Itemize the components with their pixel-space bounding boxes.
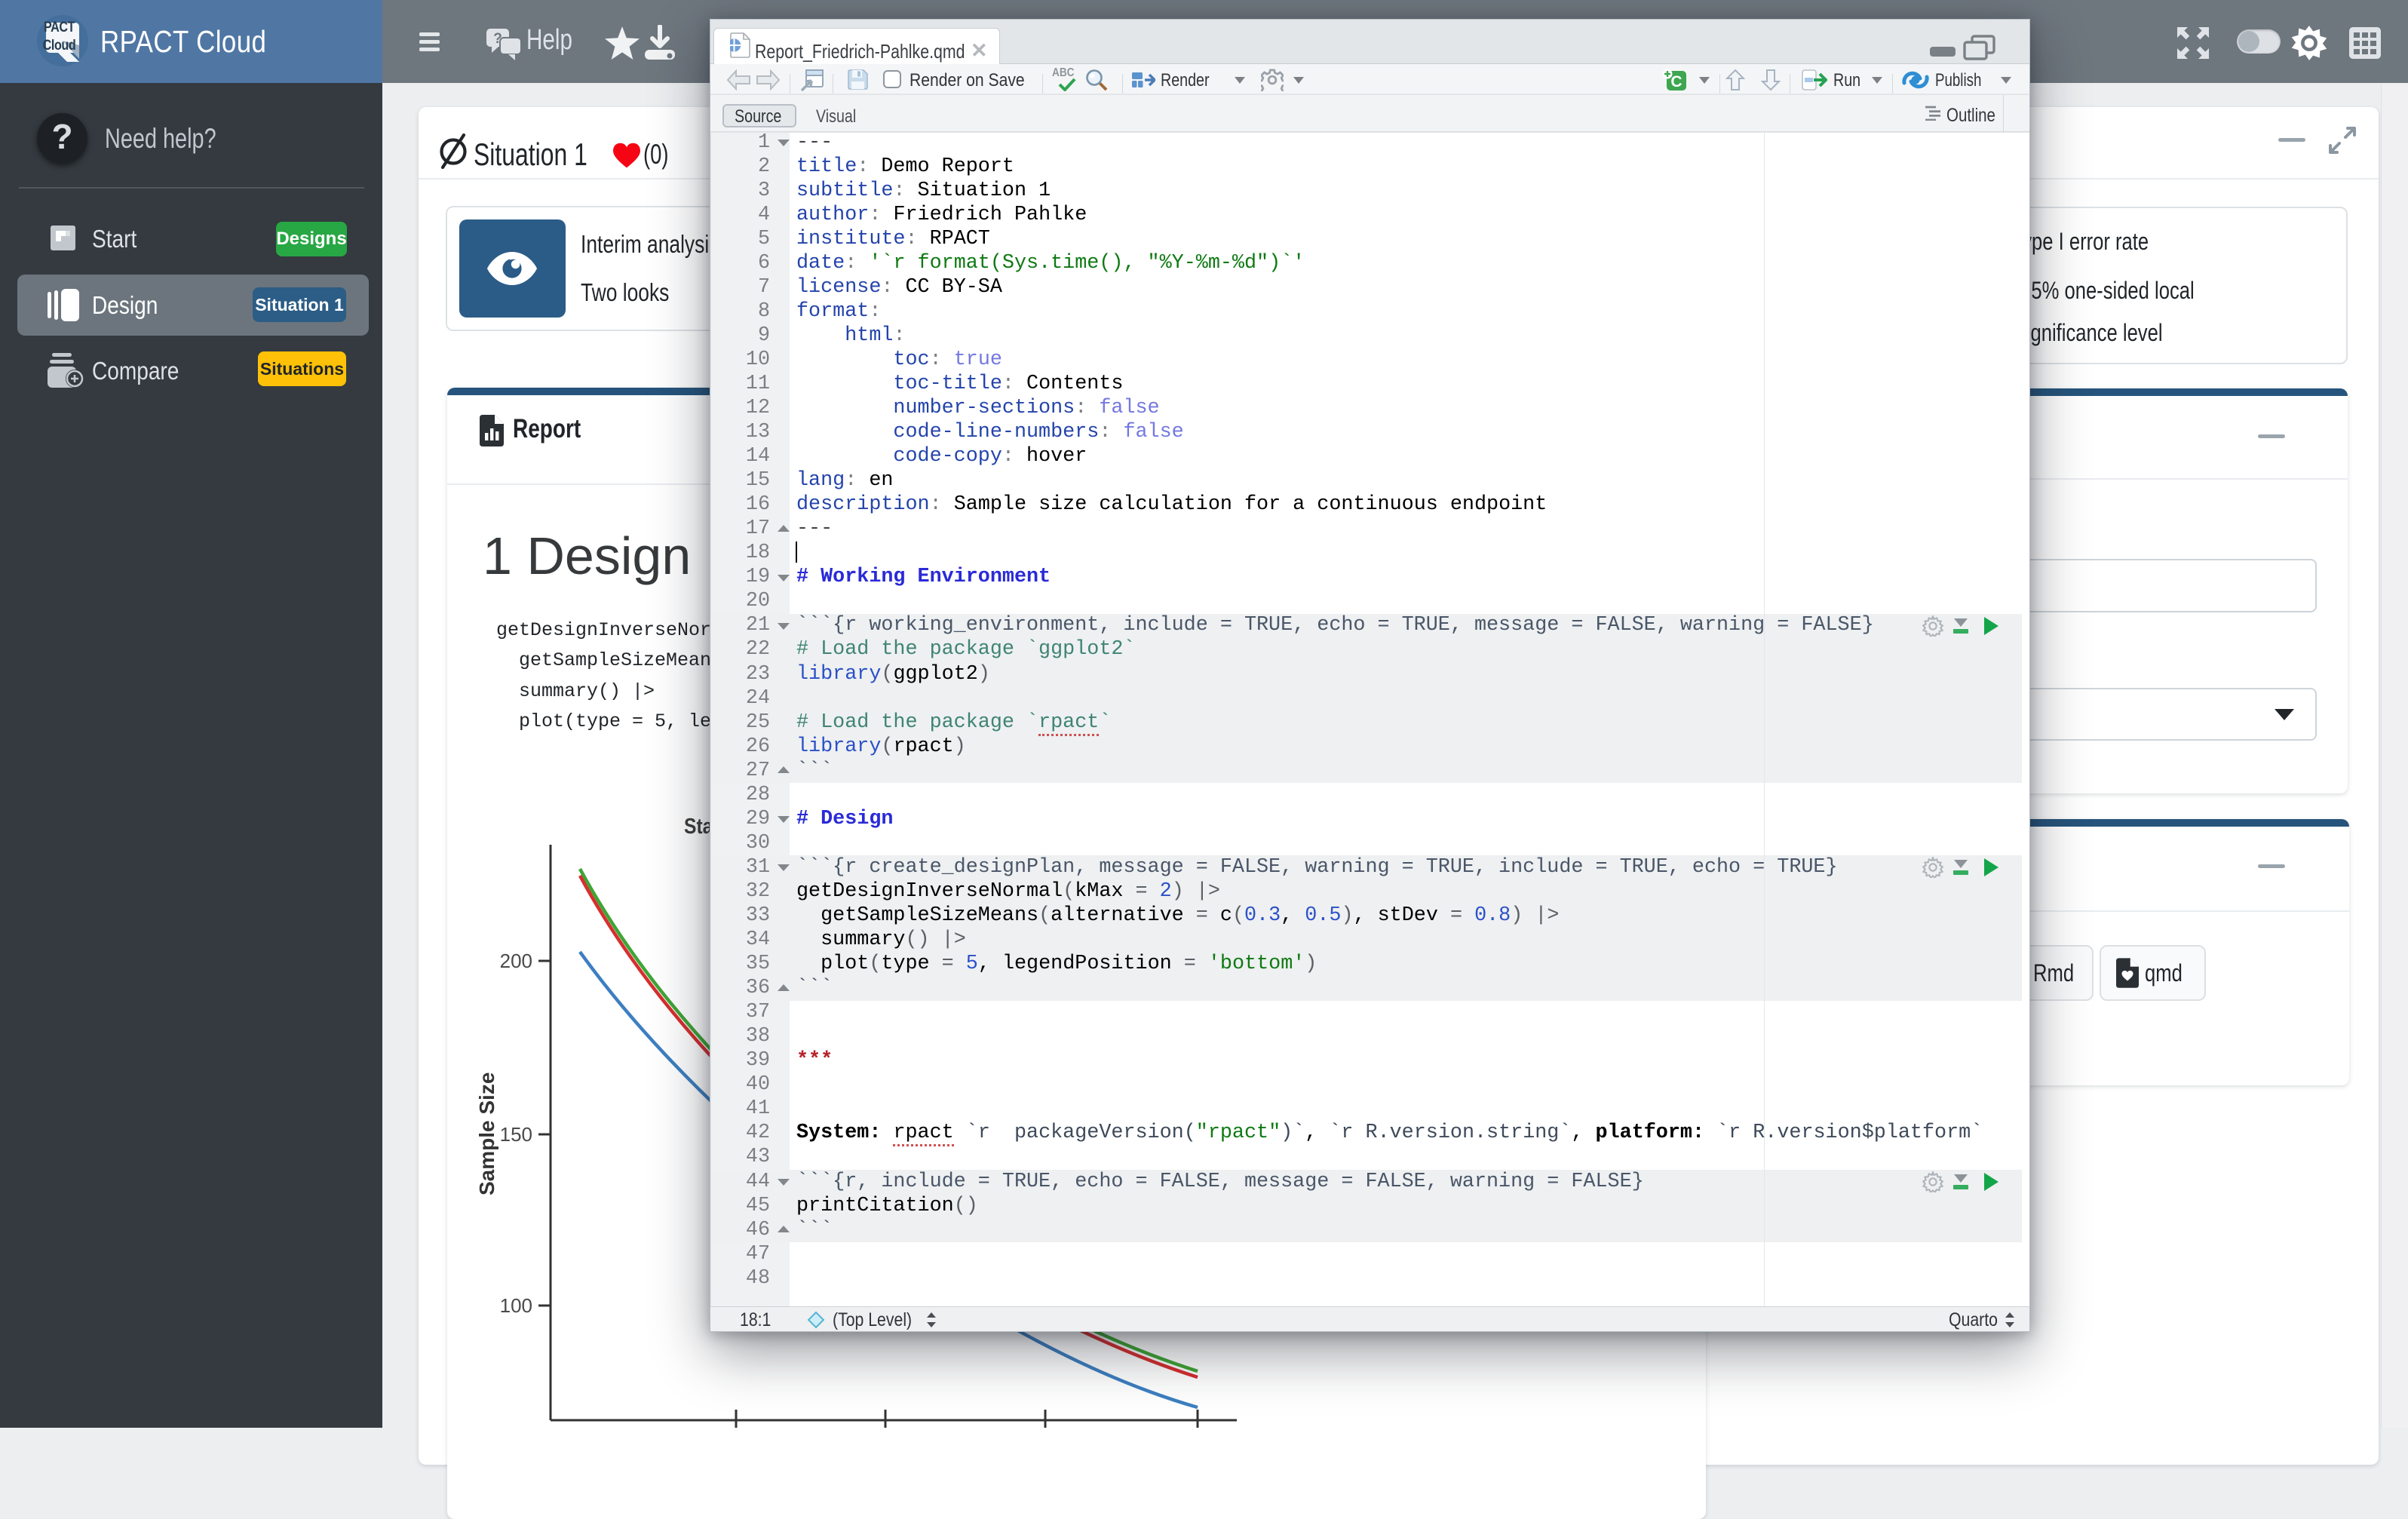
svg-text:C: C (1670, 73, 1682, 91)
svg-text:100: 100 (500, 1294, 532, 1317)
svg-text:200: 200 (500, 950, 532, 972)
svg-text:?: ? (493, 31, 502, 47)
svg-text:150: 150 (500, 1123, 532, 1146)
